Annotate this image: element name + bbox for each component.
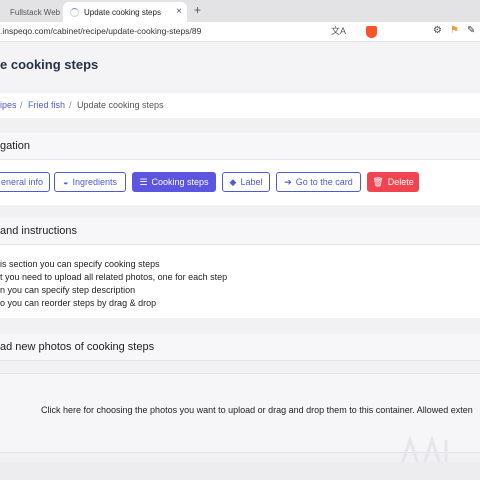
button-label: Delete: [387, 177, 414, 187]
label-button[interactable]: ◆ Label: [222, 172, 270, 192]
instruction-item: n you can specify step description: [0, 285, 136, 295]
breadcrumb-current: Update cooking steps: [77, 100, 164, 110]
instruction-item: t you need to upload all related photos,…: [0, 272, 228, 282]
extension-pen-icon[interactable]: ✎: [467, 25, 475, 37]
upload-card-header: ad new photos of cooking steps: [0, 334, 480, 361]
general-info-button[interactable]: eneral info: [0, 172, 50, 192]
instructions-card: and instructions is section you can spec…: [0, 218, 480, 318]
upload-title: ad new photos of cooking steps: [0, 341, 155, 353]
delete-button[interactable]: 🗑 Delete: [367, 172, 419, 192]
navigation-card-header: gation: [0, 133, 480, 160]
cooking-steps-button[interactable]: ☰ Cooking steps: [132, 172, 216, 192]
browser-tab-bar: Fullstack Web, Mol Update cooking steps …: [0, 0, 480, 22]
ingredients-button[interactable]: ◒ Ingredients: [54, 172, 126, 192]
dropzone-instructions: Click here for choosing the photos you w…: [41, 405, 473, 415]
trash-icon: 🗑: [372, 176, 384, 187]
extension-flag-icon[interactable]: ⚑: [450, 25, 459, 37]
button-label: Ingredients: [72, 177, 117, 187]
button-label: Cooking steps: [151, 177, 209, 187]
instruction-item: is section you can specify cooking steps: [0, 259, 160, 269]
breadcrumb: ipes / Fried fish / Update cooking steps: [0, 93, 480, 118]
breadcrumb-separator: /: [69, 100, 72, 110]
go-to-card-button[interactable]: ➔ Go to the card: [276, 172, 361, 192]
address-bar[interactable]: .inspeqo.com/cabinet/recipe/update-cooki…: [0, 22, 480, 42]
instructions-title: and instructions: [0, 225, 78, 237]
new-tab-button[interactable]: +: [194, 3, 201, 17]
instruction-item: o you can reorder steps by drag & drop: [0, 298, 157, 308]
sign-in-icon: ➔: [284, 176, 292, 187]
button-label: Label: [240, 177, 263, 187]
extension-gear-icon[interactable]: ⚙: [433, 25, 442, 37]
button-label: Go to the card: [295, 177, 353, 187]
navigation-title: gation: [0, 140, 30, 152]
button-label: eneral info: [0, 177, 44, 187]
close-tab-icon[interactable]: ×: [176, 6, 182, 17]
browser-tab-active[interactable]: Update cooking steps ×: [63, 2, 187, 22]
breadcrumb-link-fried-fish[interactable]: Fried fish: [28, 100, 65, 110]
upload-card: ad new photos of cooking steps: [0, 334, 480, 361]
breadcrumb-link-recipes[interactable]: ipes: [0, 100, 17, 110]
url-text[interactable]: .inspeqo.com/cabinet/recipe/update-cooki…: [0, 26, 201, 36]
page-header: e cooking steps: [0, 42, 480, 90]
page-footer-strip: [0, 462, 480, 480]
loading-spinner-icon: [70, 7, 79, 17]
instructions-card-header: and instructions: [0, 218, 480, 245]
bowl-icon: ◒: [63, 177, 69, 187]
page-title: e cooking steps: [0, 57, 99, 72]
tag-icon: ◆: [229, 176, 237, 187]
tab-title: Fullstack Web, Mol: [10, 7, 60, 17]
brave-shield-icon[interactable]: [366, 26, 377, 38]
browser-tab[interactable]: Fullstack Web, Mol: [0, 2, 60, 22]
navigation-card: gation eneral info ◒ Ingredients ☰ Cooki…: [0, 133, 480, 205]
list-icon: ☰: [139, 176, 148, 187]
breadcrumb-separator: /: [20, 100, 23, 110]
translate-icon[interactable]: 文A: [331, 25, 346, 37]
tab-title: Update cooking steps: [84, 7, 161, 17]
